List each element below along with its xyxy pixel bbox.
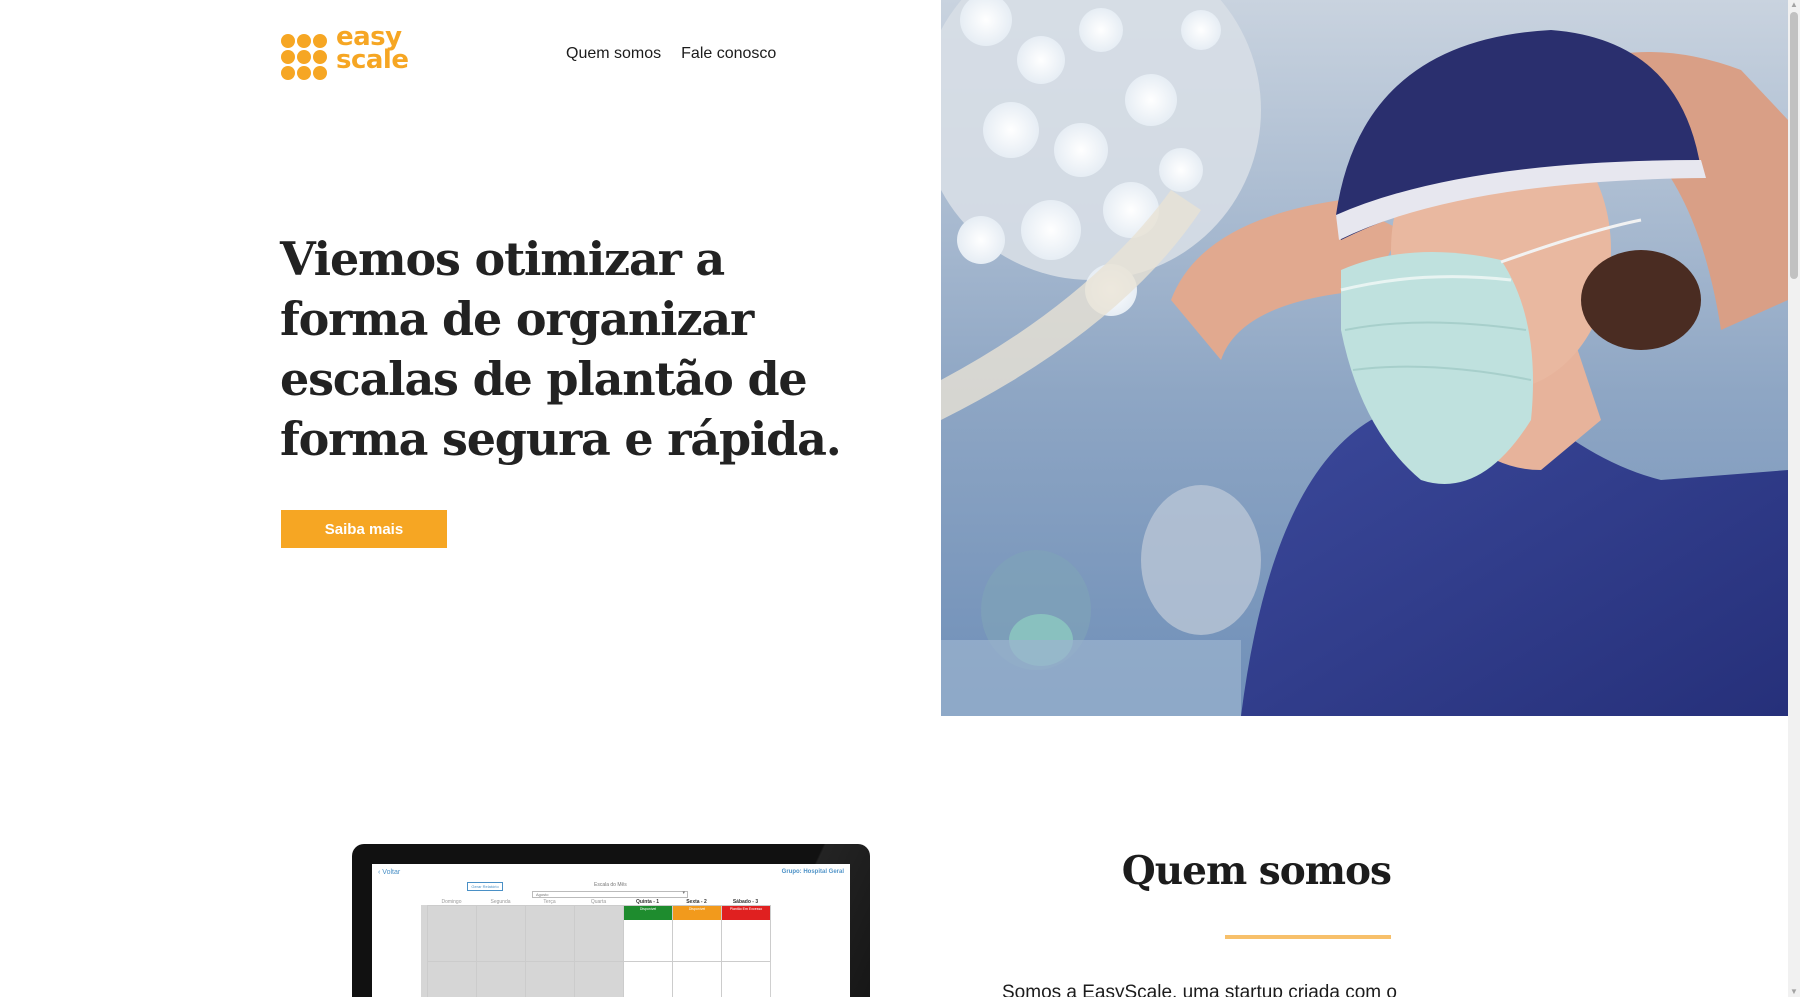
logo-wordmark: easy scale	[336, 24, 409, 75]
calendar-cell	[526, 962, 574, 997]
hero-title: Viemos otimizar a forma de organizar esc…	[280, 232, 842, 466]
main-nav: Quem somos Fale conosco	[566, 45, 776, 63]
calendar-cell	[722, 962, 770, 997]
calendar-cell	[575, 962, 623, 997]
calendar-cell	[428, 962, 476, 997]
app-group-label: Grupo: Hospital Geral	[781, 869, 844, 875]
calendar-cell	[477, 962, 525, 997]
saiba-mais-button[interactable]: Saiba mais	[281, 510, 447, 548]
about-intro-text: Somos a EasyScale, uma startup criada co…	[1002, 982, 1397, 997]
app-calendar-grid: Disponível Disponível Plantão Em Excesso	[427, 905, 771, 997]
brand-logo[interactable]: easy scale	[281, 24, 433, 82]
about-divider	[1225, 935, 1391, 939]
calendar-cell	[428, 906, 476, 961]
shift-chip-available: Disponível	[624, 906, 672, 920]
app-month-select: Agosto	[532, 891, 688, 898]
shift-chip-available: Disponível	[673, 906, 721, 920]
calendar-cell: Disponível	[673, 906, 721, 961]
logo-line-2: scale	[336, 45, 409, 75]
scroll-down-icon[interactable]: ▼	[1790, 988, 1798, 996]
logo-dots-icon	[281, 34, 329, 82]
scroll-up-icon[interactable]: ▲	[1790, 1, 1798, 9]
calendar-cell	[575, 906, 623, 961]
shift-chip-excess: Plantão Em Excesso	[722, 906, 770, 920]
app-month-label: Escala do Mês	[594, 882, 627, 888]
laptop-mockup: ‹ Voltar Grupo: Hospital Geral Gerar Rel…	[352, 844, 870, 997]
app-back-link: ‹ Voltar	[378, 869, 401, 876]
hero-image	[941, 0, 1788, 716]
about-title: Quem somos	[1121, 848, 1392, 894]
nav-link-quem-somos[interactable]: Quem somos	[566, 45, 661, 63]
app-screen: ‹ Voltar Grupo: Hospital Geral Gerar Rel…	[372, 864, 850, 997]
page-scrollbar[interactable]: ▲ ▼	[1788, 0, 1800, 997]
calendar-cell	[624, 962, 672, 997]
scroll-thumb[interactable]	[1790, 12, 1798, 279]
surgeon-photo-icon	[941, 0, 1788, 716]
calendar-cell: Plantão Em Excesso	[722, 906, 770, 961]
nav-link-fale-conosco[interactable]: Fale conosco	[681, 45, 776, 63]
app-report-button: Gerar Relatório	[467, 882, 503, 891]
calendar-cell	[526, 906, 574, 961]
calendar-cell	[673, 962, 721, 997]
calendar-cell	[477, 906, 525, 961]
calendar-cell: Disponível	[624, 906, 672, 961]
